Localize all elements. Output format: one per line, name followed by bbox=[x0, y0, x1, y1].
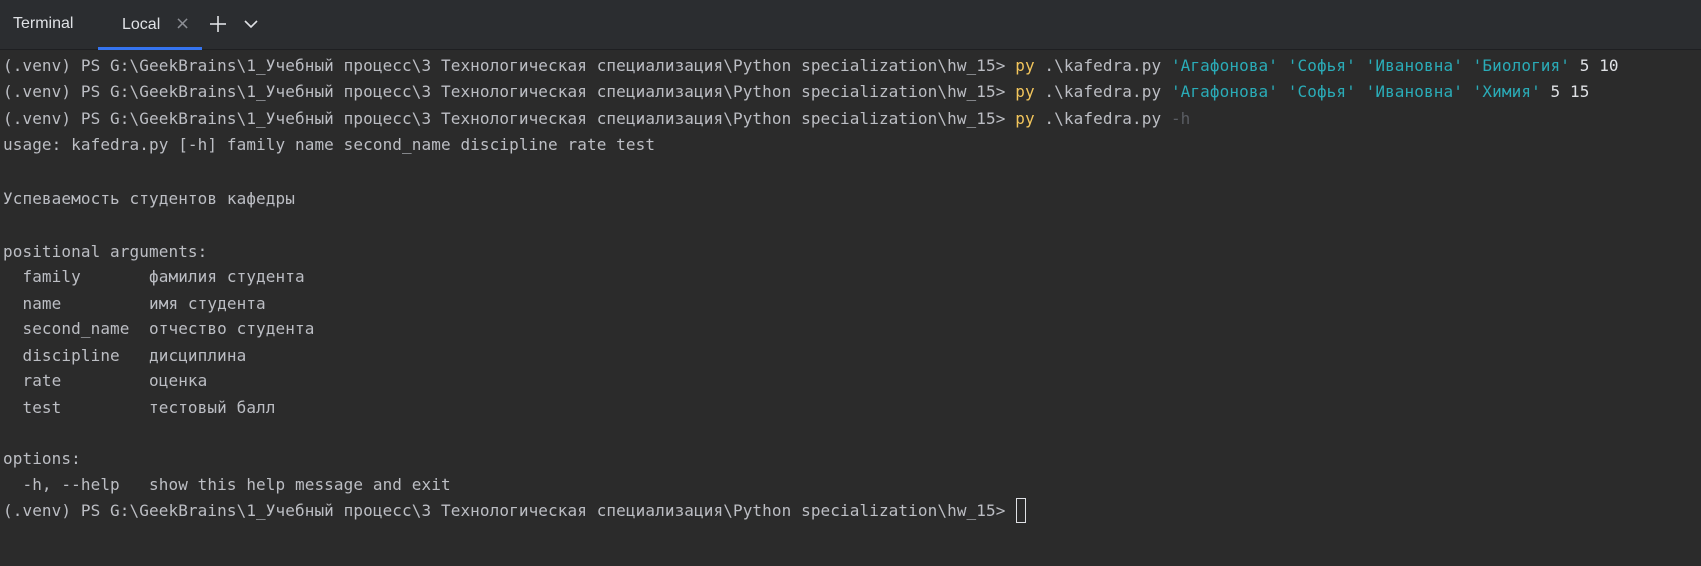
options-header: options: bbox=[3, 449, 81, 468]
positional-arg-second-name: second_name отчество студента bbox=[3, 319, 315, 338]
positional-arg-family: family фамилия студента bbox=[3, 267, 305, 286]
text-cursor[interactable] bbox=[1016, 498, 1027, 523]
usage-line: usage: kafedra.py [-h] family name secon… bbox=[3, 135, 656, 154]
close-icon[interactable]: × bbox=[175, 13, 190, 35]
positional-arg-rate: rate оценка bbox=[3, 371, 208, 390]
positional-arg-discipline: discipline дисциплина bbox=[3, 346, 247, 365]
tab-local[interactable]: Local × bbox=[98, 0, 202, 50]
positional-arg-name: name имя студента bbox=[3, 294, 266, 313]
chevron-down-icon[interactable] bbox=[240, 13, 262, 35]
option-help: -h, --help show this help message and ex… bbox=[3, 475, 451, 494]
tab-label: Local bbox=[122, 16, 161, 33]
terminal-toolbar: Terminal Local × bbox=[0, 0, 1701, 50]
current-prompt: (.venv) PS G:\GeekBrains\1_Учебный проце… bbox=[3, 498, 1027, 523]
plus-icon[interactable] bbox=[207, 13, 229, 35]
terminal-line: (.venv) PS G:\GeekBrains\1_Учебный проце… bbox=[3, 56, 1619, 75]
panel-title: Terminal bbox=[13, 15, 74, 32]
positional-arg-test: test тестовый балл bbox=[3, 398, 276, 417]
positional-header: positional arguments: bbox=[3, 242, 208, 261]
description-line: Успеваемость студентов кафедры bbox=[3, 189, 295, 208]
terminal-line: (.venv) PS G:\GeekBrains\1_Учебный проце… bbox=[3, 82, 1590, 101]
terminal-line: (.venv) PS G:\GeekBrains\1_Учебный проце… bbox=[3, 109, 1191, 128]
terminal-output[interactable]: (.venv) PS G:\GeekBrains\1_Учебный проце… bbox=[0, 50, 1701, 566]
